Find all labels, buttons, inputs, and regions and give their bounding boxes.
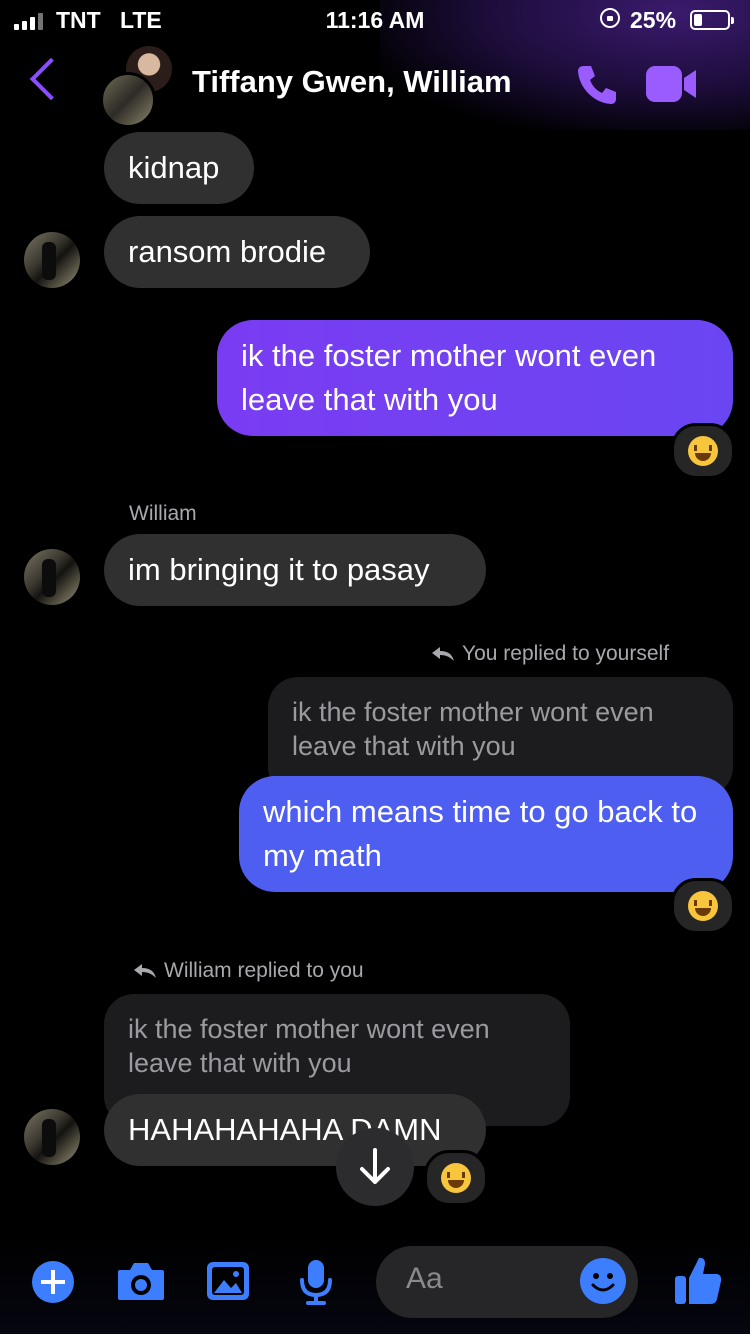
arrow-down-icon: [360, 1148, 390, 1184]
message-text: im bringing it to pasay: [128, 552, 430, 587]
reply-indicator: William replied to you: [134, 959, 364, 983]
photo-gallery-icon[interactable]: [205, 1260, 251, 1302]
message-text: kidnap: [128, 150, 220, 185]
camera-icon[interactable]: [116, 1260, 166, 1302]
message-text: ransom brodie: [128, 234, 327, 269]
microphone-icon[interactable]: [298, 1258, 334, 1306]
battery-icon: [690, 10, 734, 30]
reply-arrow-icon: [432, 647, 454, 662]
message-reaction[interactable]: [671, 423, 735, 479]
phone-call-icon[interactable]: [574, 62, 620, 108]
laughing-emoji-icon: [441, 1163, 471, 1193]
group-avatar-william[interactable]: [100, 72, 156, 128]
william-avatar[interactable]: [24, 232, 80, 288]
outgoing-message-bubble[interactable]: ik the foster mother wont even leave tha…: [217, 320, 733, 436]
message-reaction[interactable]: [424, 1150, 488, 1206]
sender-name: William: [129, 502, 197, 525]
quoted-text: ik the foster mother wont even leave tha…: [292, 697, 654, 761]
incoming-message-bubble[interactable]: ransom brodie: [104, 216, 370, 288]
thumbs-up-icon[interactable]: [672, 1254, 724, 1306]
reply-indicator: You replied to yourself: [432, 642, 669, 666]
battery-percentage: 25%: [630, 7, 677, 33]
status-bar: TNT LTE 11:16 AM 25%: [0, 0, 750, 42]
quoted-text: ik the foster mother wont even leave tha…: [128, 1014, 490, 1078]
laughing-emoji-icon: [688, 891, 718, 921]
message-input-placeholder: Aa: [406, 1262, 443, 1295]
reply-indicator-text: You replied to yourself: [462, 642, 670, 665]
scroll-to-bottom-button[interactable]: [336, 1128, 414, 1206]
conversation-title[interactable]: Tiffany Gwen, William: [192, 64, 512, 100]
smiley-icon: [591, 1273, 615, 1292]
message-text: which means time to go back to my math: [263, 794, 698, 873]
incoming-message-bubble[interactable]: HAHAHAHAHA DAMN: [104, 1094, 486, 1166]
back-chevron-icon[interactable]: [29, 57, 73, 101]
outgoing-message-bubble[interactable]: which means time to go back to my math: [239, 776, 733, 892]
laughing-emoji-icon: [688, 436, 718, 466]
message-text: ik the foster mother wont even leave tha…: [241, 338, 657, 417]
reply-indicator-text: William replied to you: [164, 959, 364, 982]
add-more-button[interactable]: [32, 1261, 74, 1303]
rotation-lock-icon: [600, 8, 620, 28]
incoming-message-bubble[interactable]: kidnap: [104, 132, 254, 204]
reply-arrow-icon: [134, 964, 156, 979]
emoji-button[interactable]: [580, 1258, 626, 1304]
william-avatar[interactable]: [24, 549, 80, 605]
incoming-message-bubble[interactable]: im bringing it to pasay: [104, 534, 486, 606]
video-call-icon[interactable]: [646, 66, 698, 102]
message-reaction[interactable]: [671, 878, 735, 934]
william-avatar[interactable]: [24, 1109, 80, 1165]
